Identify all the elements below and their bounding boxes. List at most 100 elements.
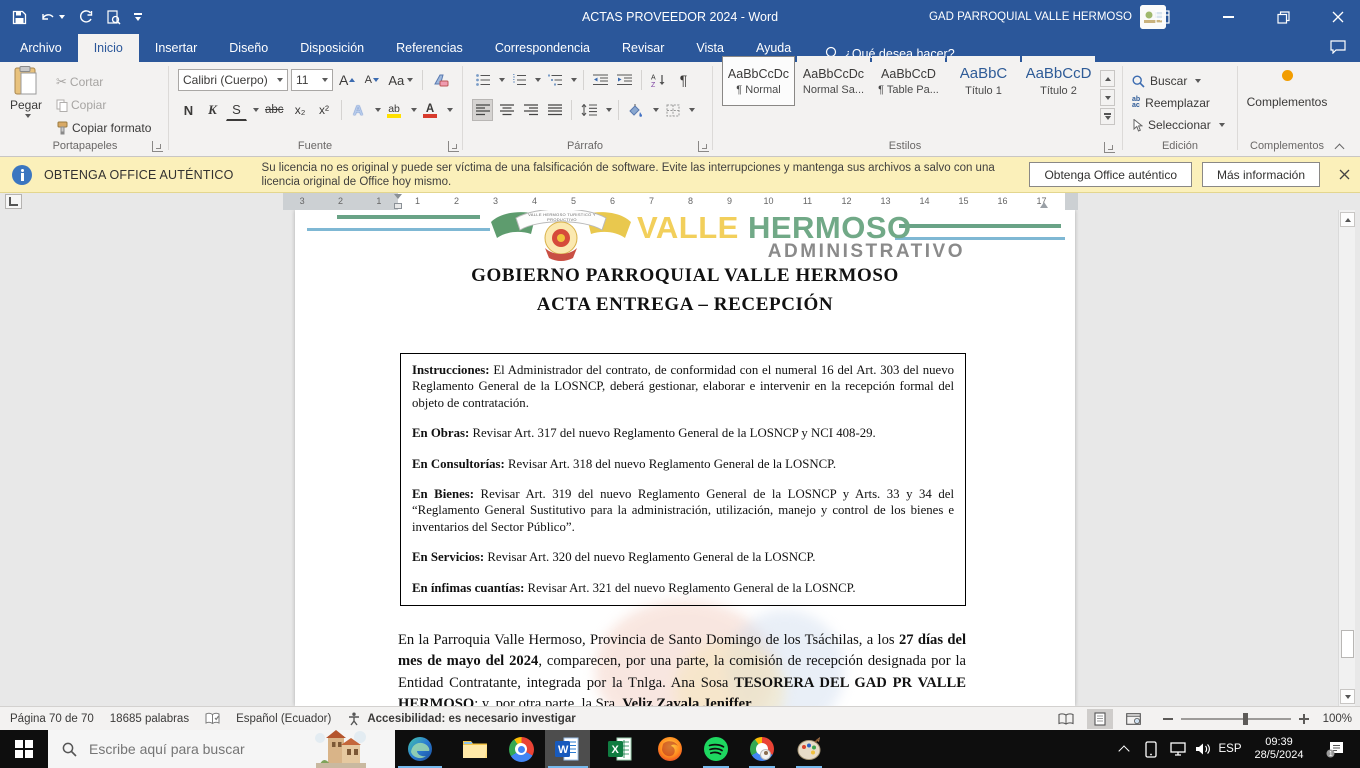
zoom-in-button[interactable] bbox=[1298, 713, 1309, 724]
zoom-slider[interactable] bbox=[1180, 712, 1291, 725]
print-layout-button[interactable] bbox=[1086, 708, 1113, 729]
font-color-button[interactable]: A bbox=[420, 99, 441, 121]
clear-formatting-button[interactable] bbox=[429, 69, 452, 91]
borders-caret[interactable] bbox=[689, 108, 695, 112]
grow-font-button[interactable]: A bbox=[336, 69, 358, 91]
tab-referencias[interactable]: Referencias bbox=[380, 34, 479, 62]
borders-button[interactable] bbox=[662, 99, 683, 121]
font-size-combobox[interactable]: 11 bbox=[291, 69, 333, 91]
justify-button[interactable] bbox=[544, 99, 565, 121]
change-case-button[interactable]: Aa bbox=[385, 69, 416, 91]
styles-more-button[interactable] bbox=[1100, 108, 1115, 125]
paste-button[interactable]: Pegar bbox=[10, 66, 42, 118]
underline-caret[interactable] bbox=[253, 108, 259, 112]
accessibility-status[interactable]: Accesibilidad: es necesario investigar bbox=[347, 712, 576, 726]
restore-button[interactable] bbox=[1261, 0, 1305, 34]
zoom-level[interactable]: 100% bbox=[1323, 713, 1352, 725]
line-spacing-button[interactable] bbox=[578, 99, 600, 121]
multilevel-list-button[interactable] bbox=[544, 69, 565, 91]
text-effects-button[interactable]: A bbox=[348, 99, 369, 121]
numbering-button[interactable] bbox=[508, 69, 529, 91]
find-button[interactable]: Buscar bbox=[1132, 71, 1202, 91]
zoom-out-button[interactable] bbox=[1162, 717, 1173, 720]
strikethrough-button[interactable]: abc bbox=[262, 99, 287, 121]
account-name[interactable]: GAD PARROQUIAL VALLE HERMOSO bbox=[929, 0, 1132, 34]
tray-chevron-icon[interactable] bbox=[1112, 730, 1136, 768]
notification-center-icon[interactable]: 1 bbox=[1318, 730, 1352, 768]
tray-language-indicator[interactable]: ESP bbox=[1215, 730, 1245, 768]
right-indent-marker[interactable] bbox=[1040, 202, 1048, 208]
paragraph-dialog-launcher[interactable] bbox=[698, 141, 709, 152]
save-button[interactable] bbox=[10, 0, 29, 34]
tab-stop-selector[interactable] bbox=[5, 194, 22, 209]
zoom-slider-thumb[interactable] bbox=[1242, 712, 1248, 725]
align-center-button[interactable] bbox=[496, 99, 517, 121]
tab-revisar[interactable]: Revisar bbox=[606, 34, 680, 62]
style-no-spacing[interactable]: AaBbCcDc Normal Sa... bbox=[797, 56, 870, 106]
taskbar-edge-icon[interactable] bbox=[406, 735, 434, 763]
style-table-paragraph[interactable]: AaBbCcD ¶ Table Pa... bbox=[872, 56, 945, 106]
subscript-button[interactable]: x₂ bbox=[290, 99, 311, 121]
redo-button[interactable] bbox=[76, 0, 95, 34]
scroll-up-button[interactable] bbox=[1340, 212, 1355, 227]
tab-inicio[interactable]: Inicio bbox=[77, 34, 139, 62]
close-button[interactable] bbox=[1316, 0, 1360, 34]
tray-network-icon[interactable] bbox=[1166, 730, 1190, 768]
vertical-scrollbar[interactable] bbox=[1338, 210, 1355, 706]
print-preview-button[interactable] bbox=[104, 0, 123, 34]
tab-diseno[interactable]: Diseño bbox=[213, 34, 284, 62]
tab-archivo[interactable]: Archivo bbox=[4, 34, 78, 62]
tab-insertar[interactable]: Insertar bbox=[139, 34, 213, 62]
select-button[interactable]: Seleccionar bbox=[1132, 115, 1225, 135]
copy-button[interactable]: Copiar bbox=[71, 98, 106, 112]
tray-volume-icon[interactable] bbox=[1191, 730, 1215, 768]
proofing-icon[interactable] bbox=[205, 712, 220, 726]
taskbar-explorer-icon[interactable] bbox=[461, 735, 489, 763]
language-indicator[interactable]: Español (Ecuador) bbox=[236, 713, 331, 725]
horizontal-ruler[interactable]: 321 1 2 3 4 5 6 7 8 9 10 11 12 13 14 15 16 17 bbox=[283, 193, 1078, 210]
underline-button[interactable]: S bbox=[226, 99, 247, 121]
warning-close-icon[interactable] bbox=[1339, 169, 1350, 180]
start-button[interactable] bbox=[0, 730, 48, 768]
taskbar-firefox-icon[interactable] bbox=[656, 735, 684, 763]
shading-caret[interactable] bbox=[653, 108, 659, 112]
shading-button[interactable] bbox=[625, 99, 647, 121]
text-effects-caret[interactable] bbox=[374, 108, 381, 112]
decrease-indent-button[interactable] bbox=[590, 69, 611, 91]
taskbar-chrome-icon[interactable] bbox=[507, 735, 535, 763]
font-dialog-launcher[interactable] bbox=[448, 141, 459, 152]
highlight-button[interactable]: ab bbox=[384, 99, 405, 121]
line-spacing-caret[interactable] bbox=[606, 108, 612, 112]
sort-button[interactable]: AZ bbox=[648, 69, 670, 91]
ribbon-display-options-button[interactable] bbox=[1140, 0, 1184, 34]
read-mode-button[interactable] bbox=[1053, 709, 1079, 729]
customize-qat-button[interactable] bbox=[132, 0, 144, 34]
addins-button[interactable]: Complementos bbox=[1243, 70, 1331, 109]
styles-dialog-launcher[interactable] bbox=[1104, 142, 1115, 153]
taskbar-word-icon[interactable]: W bbox=[553, 735, 581, 763]
styles-scroll-up[interactable] bbox=[1100, 70, 1115, 87]
numbering-caret[interactable] bbox=[535, 78, 541, 82]
taskbar-search-box[interactable] bbox=[48, 730, 395, 768]
align-right-button[interactable] bbox=[520, 99, 541, 121]
page-indicator[interactable]: Página 70 de 70 bbox=[10, 713, 94, 725]
get-office-button[interactable]: Obtenga Office auténtico bbox=[1029, 162, 1192, 187]
left-indent-marker[interactable] bbox=[394, 203, 402, 209]
style-titulo-2[interactable]: AaBbCcD Título 2 bbox=[1022, 56, 1095, 106]
taskbar-paint-icon[interactable] bbox=[795, 735, 823, 763]
word-count[interactable]: 18685 palabras bbox=[110, 713, 189, 725]
search-highlight-illustration[interactable] bbox=[306, 730, 372, 768]
increase-indent-button[interactable] bbox=[614, 69, 635, 91]
taskbar-chrome-profile-icon[interactable] bbox=[748, 735, 776, 763]
bullets-button[interactable] bbox=[472, 69, 493, 91]
cut-button[interactable]: Cortar bbox=[70, 75, 103, 89]
scroll-down-button[interactable] bbox=[1340, 689, 1355, 704]
tab-disposicion[interactable]: Disposición bbox=[284, 34, 380, 62]
more-info-button[interactable]: Más información bbox=[1201, 162, 1320, 187]
replace-button[interactable]: ab ac Reemplazar bbox=[1132, 93, 1210, 113]
web-layout-button[interactable] bbox=[1121, 709, 1147, 729]
clipboard-dialog-launcher[interactable] bbox=[152, 141, 163, 152]
taskbar-spotify-icon[interactable] bbox=[702, 735, 730, 763]
minimize-button[interactable] bbox=[1206, 0, 1250, 34]
document-canvas[interactable]: VALLE HERMOSO TURISTICO Y PRODUCTIVO VAL… bbox=[0, 210, 1360, 706]
